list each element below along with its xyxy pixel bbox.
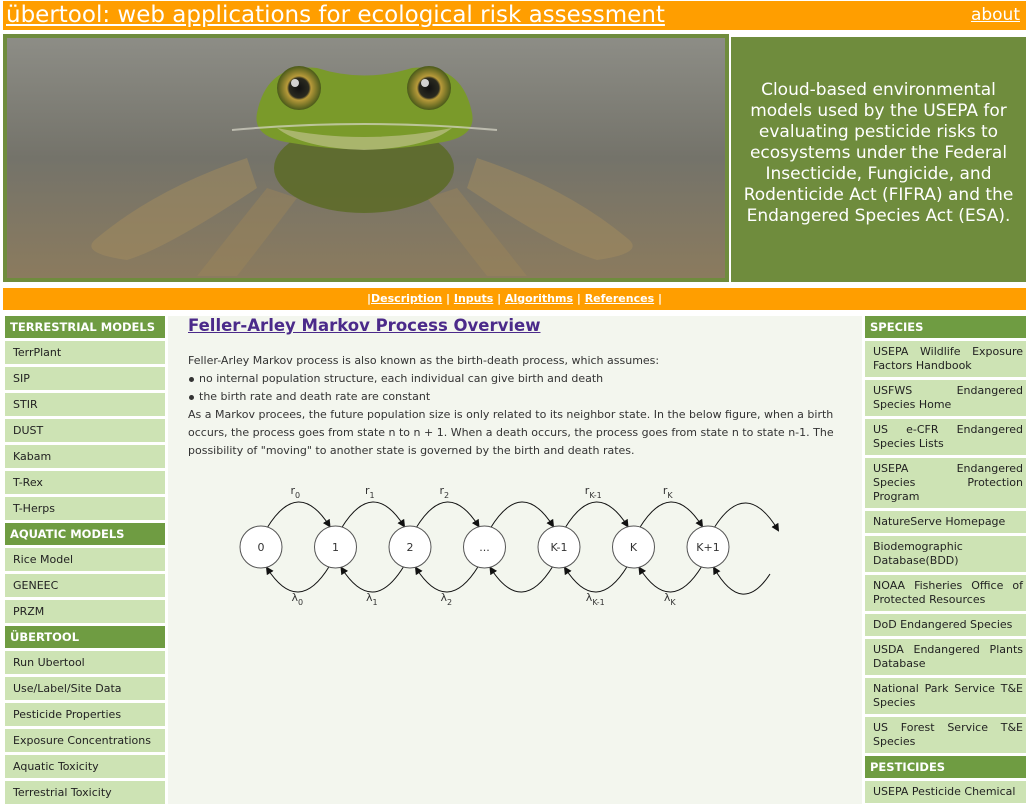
sidebar-item-terrestrial-toxicity[interactable]: Terrestrial Toxicity bbox=[5, 781, 165, 804]
nav-description-link[interactable]: Description bbox=[371, 292, 442, 305]
sidebar-item-usepa-pesticide[interactable]: USEPA Pesticide Chemical bbox=[865, 781, 1026, 803]
about-link[interactable]: about bbox=[971, 1, 1020, 30]
sidebar-item-usepa-esp[interactable]: USEPA Endangered Species Protection Prog… bbox=[865, 458, 1026, 508]
species-header: SPECIES bbox=[865, 316, 1026, 338]
sidebar-item-pesticide-properties[interactable]: Pesticide Properties bbox=[5, 703, 165, 726]
sidebar-item-bdd[interactable]: Biodemographic Database(BDD) bbox=[865, 536, 1026, 572]
left-sidebar: TERRESTRIAL MODELS TerrPlant SIP STIR DU… bbox=[5, 316, 165, 807]
sidebar-item-usfs[interactable]: US Forest Service T&E Species bbox=[865, 717, 1026, 753]
assumption-list: no internal population structure, each i… bbox=[188, 370, 840, 406]
birth-rate-label: r0 bbox=[290, 484, 300, 500]
sidebar-item-kabam[interactable]: Kabam bbox=[5, 445, 165, 468]
banner: Cloud-based environmental models used by… bbox=[3, 34, 1026, 284]
birth-transition-arrow bbox=[341, 501, 406, 529]
nav-references-link[interactable]: References bbox=[585, 292, 654, 305]
state-label: K bbox=[630, 541, 638, 554]
intro-text: Feller-Arley Markov process is also know… bbox=[188, 354, 660, 367]
sidebar-item-use-label-site[interactable]: Use/Label/Site Data bbox=[5, 677, 165, 700]
death-transition-arrow bbox=[489, 565, 554, 593]
sidebar-item-ecfr-species[interactable]: US e-CFR Endangered Species Lists bbox=[865, 419, 1026, 455]
birth-rate-label: r1 bbox=[365, 484, 375, 500]
banner-tagline: Cloud-based environmental models used by… bbox=[731, 37, 1026, 282]
terrestrial-models-header: TERRESTRIAL MODELS bbox=[5, 316, 165, 338]
death-transition-arrow bbox=[340, 565, 405, 593]
state-label: K-1 bbox=[550, 541, 567, 554]
death-rate-label: λK bbox=[664, 591, 677, 607]
sidebar-item-nps[interactable]: National Park Service T&E Species bbox=[865, 678, 1026, 714]
birth-rate-label: rK bbox=[663, 484, 674, 500]
right-sidebar: SPECIES USEPA Wildlife Exposure Factors … bbox=[865, 316, 1026, 806]
sidebar-item-dust[interactable]: DUST bbox=[5, 419, 165, 442]
sidebar-item-dod[interactable]: DoD Endangered Species bbox=[865, 614, 1026, 636]
birth-rate-label: rK-1 bbox=[585, 484, 602, 500]
death-rate-label: λ2 bbox=[440, 591, 452, 607]
nav-inputs-link[interactable]: Inputs bbox=[454, 292, 493, 305]
markov-paragraph: As a Markov procees, the future populati… bbox=[188, 408, 834, 457]
page-title[interactable]: Feller-Arley Markov Process Overview bbox=[188, 316, 540, 335]
birth-transition-arrow bbox=[490, 501, 555, 529]
sidebar-item-noaa[interactable]: NOAA Fisheries Office of Protected Resou… bbox=[865, 575, 1026, 611]
state-label: 2 bbox=[407, 541, 414, 554]
sidebar-item-usfws-endangered[interactable]: USFWS Endangered Species Home bbox=[865, 380, 1026, 416]
death-transition-arrow bbox=[265, 565, 330, 593]
sidebar-item-trex[interactable]: T-Rex bbox=[5, 471, 165, 494]
list-item: no internal population structure, each i… bbox=[189, 370, 840, 388]
death-transition-arrow bbox=[414, 565, 479, 593]
sidebar-item-exposure-concentrations[interactable]: Exposure Concentrations bbox=[5, 729, 165, 752]
death-rate-label: λ0 bbox=[291, 591, 303, 607]
frog-illustration bbox=[7, 38, 725, 278]
sidebar-item-run-ubertool[interactable]: Run Ubertool bbox=[5, 651, 165, 674]
state-label: K+1 bbox=[696, 541, 719, 554]
death-transition-arrow bbox=[713, 566, 771, 595]
frog-banner-image bbox=[3, 34, 729, 282]
pesticides-header: PESTICIDES bbox=[865, 756, 1026, 778]
ubertool-header: ÜBERTOOL bbox=[5, 626, 165, 648]
nav-algorithms-link[interactable]: Algorithms bbox=[505, 292, 573, 305]
birth-transition-arrow bbox=[639, 501, 704, 529]
sidebar-item-stir[interactable]: STIR bbox=[5, 393, 165, 416]
sidebar-item-geneec[interactable]: GENEEC bbox=[5, 574, 165, 597]
birth-transition-arrow bbox=[713, 502, 780, 532]
birth-death-diagram: 0 1 2... K-1 K K+1 r0 r1 r2 rK-1 rK λ0 λ1 λ2 λK-1 λK bbox=[239, 484, 780, 607]
sidebar-item-natureserve[interactable]: NatureServe Homepage bbox=[865, 511, 1026, 533]
death-transition-arrow bbox=[638, 565, 703, 593]
overview-text: Feller-Arley Markov process is also know… bbox=[188, 352, 840, 460]
death-transition-arrow bbox=[563, 565, 628, 593]
aquatic-models-header: AQUATIC MODELS bbox=[5, 523, 165, 545]
state-label: 1 bbox=[332, 541, 339, 554]
main-content: Feller-Arley Markov Process Overview Fel… bbox=[168, 316, 862, 804]
top-header: übertool: web applications for ecologica… bbox=[3, 1, 1026, 30]
site-title-link[interactable]: übertool: web applications for ecologica… bbox=[6, 1, 665, 30]
sidebar-item-usda-plants[interactable]: USDA Endangered Plants Database bbox=[865, 639, 1026, 675]
death-rate-label: λ1 bbox=[366, 591, 378, 607]
sidebar-item-sip[interactable]: SIP bbox=[5, 367, 165, 390]
death-rate-label: λK-1 bbox=[586, 591, 605, 607]
birth-transition-arrow bbox=[266, 501, 331, 529]
sidebar-item-usepa-wildlife[interactable]: USEPA Wildlife Exposure Factors Handbook bbox=[865, 341, 1026, 377]
state-label: ... bbox=[479, 541, 490, 554]
list-item: the birth rate and death rate are consta… bbox=[189, 388, 840, 406]
sidebar-item-aquatic-toxicity[interactable]: Aquatic Toxicity bbox=[5, 755, 165, 778]
nav-bar: |Description | Inputs | Algorithms | Ref… bbox=[3, 288, 1026, 310]
sidebar-item-therps[interactable]: T-Herps bbox=[5, 497, 165, 520]
sidebar-item-przm[interactable]: PRZM bbox=[5, 600, 165, 623]
birth-rate-label: r2 bbox=[439, 484, 449, 500]
birth-transition-arrow bbox=[564, 501, 629, 529]
birth-transition-arrow bbox=[415, 501, 480, 529]
state-label: 0 bbox=[258, 541, 265, 554]
sidebar-item-terrplant[interactable]: TerrPlant bbox=[5, 341, 165, 364]
sidebar-item-rice-model[interactable]: Rice Model bbox=[5, 548, 165, 571]
